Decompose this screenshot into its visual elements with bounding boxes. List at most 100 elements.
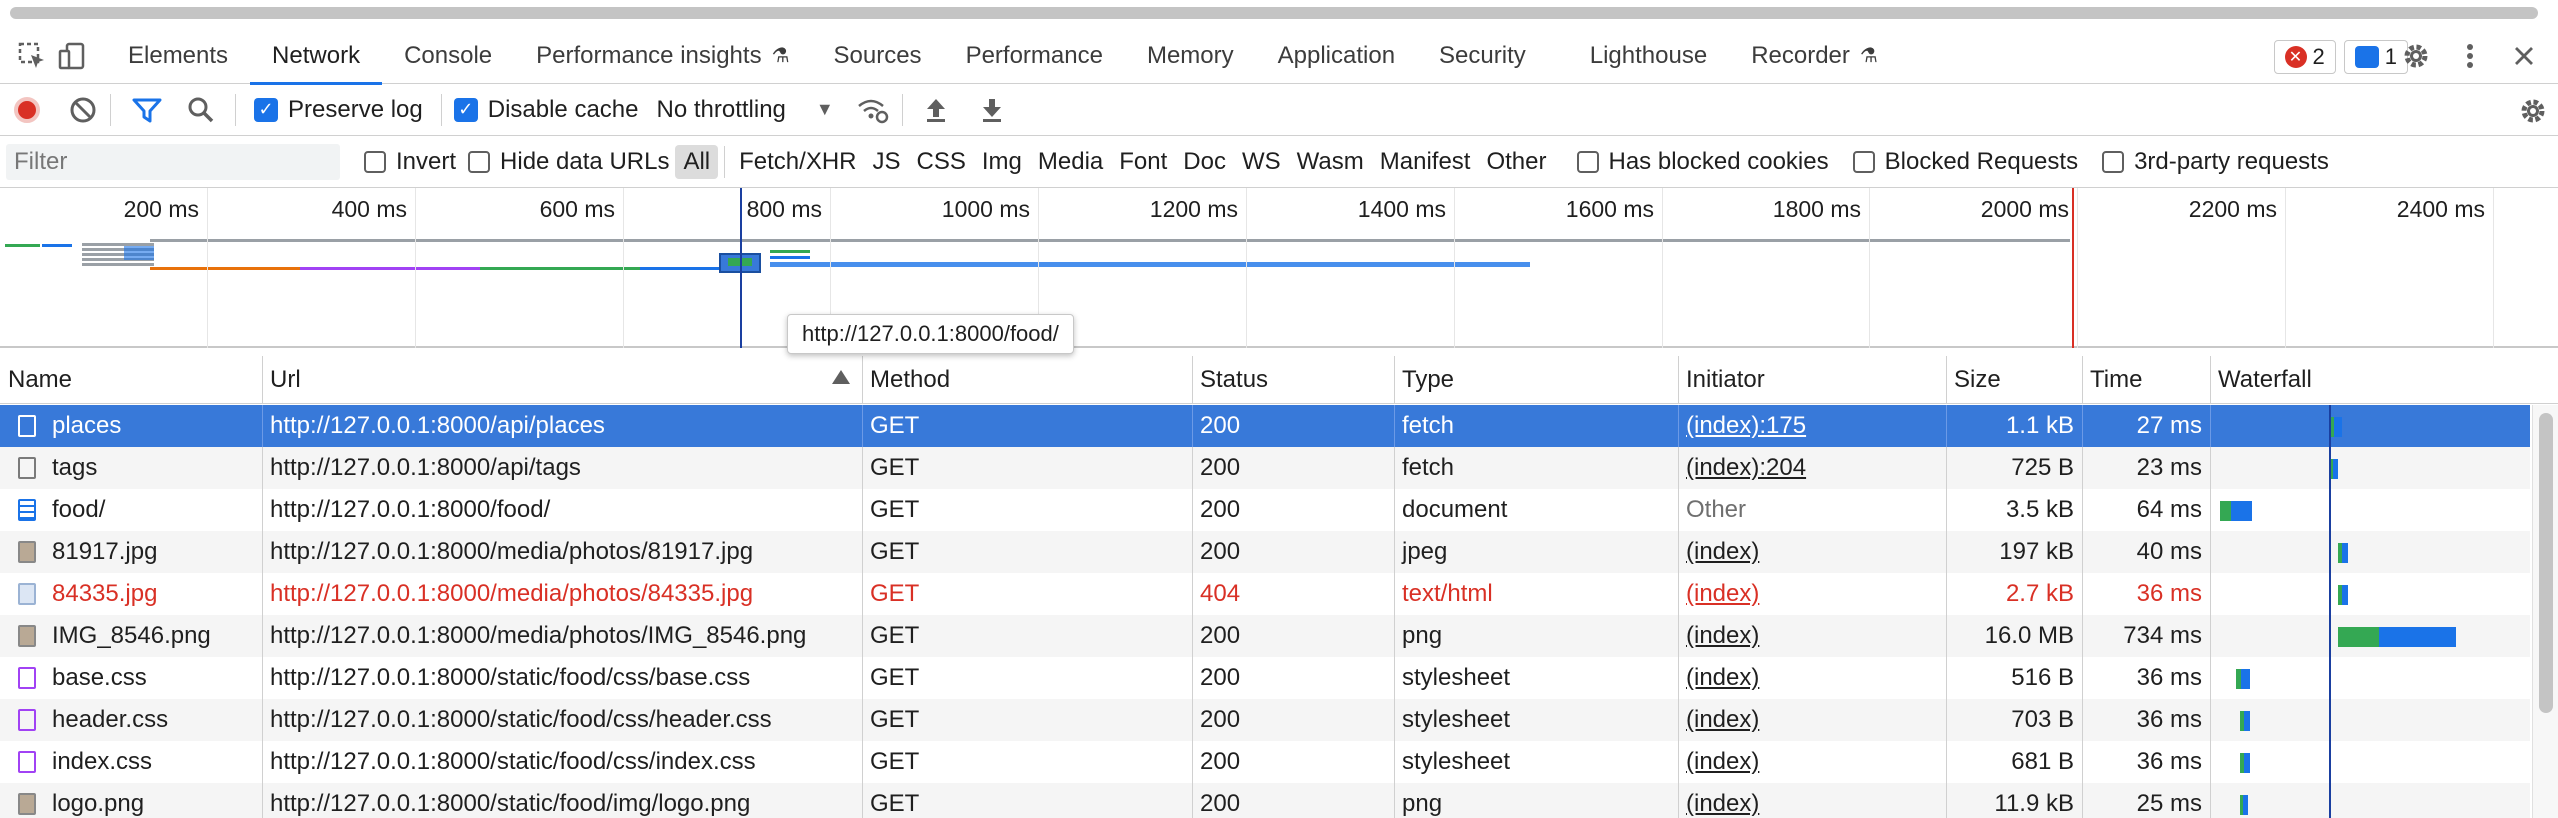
hide-data-urls-checkbox[interactable]: Hide data URLs <box>468 148 669 176</box>
tab-console[interactable]: Console <box>382 28 514 84</box>
initiator-value[interactable]: (index) <box>1686 580 1759 608</box>
waterfall-download-bar <box>2333 459 2338 479</box>
request-row[interactable]: food/http://127.0.0.1:8000/food/GET 200 do… <box>0 489 2530 531</box>
network-conditions-icon[interactable] <box>856 95 890 125</box>
filter-input[interactable]: Filter <box>6 143 340 180</box>
settings-gear-icon[interactable] <box>2396 36 2436 76</box>
cell-initiator[interactable]: Other <box>1678 489 1946 531</box>
filter-funnel-icon[interactable] <box>131 95 163 125</box>
initiator-value[interactable]: (index) <box>1686 748 1759 776</box>
has-blocked-cookies-checkbox[interactable]: Has blocked cookies <box>1576 148 1829 176</box>
tab-performance[interactable]: Performance <box>944 28 1125 84</box>
tab-lighthouse[interactable]: Lighthouse <box>1568 28 1729 84</box>
cell-name[interactable]: base.css <box>0 657 262 699</box>
throttling-select[interactable]: No throttling ▼ <box>656 96 833 124</box>
export-har-download-icon[interactable] <box>977 95 1007 125</box>
tab-recorder[interactable]: Recorder ⚗ <box>1729 28 1900 84</box>
column-header-size[interactable]: Size <box>1946 356 2082 403</box>
cell-name[interactable]: 84335.jpg <box>0 573 262 615</box>
type-filter-doc[interactable]: Doc <box>1175 145 1234 179</box>
request-row[interactable]: logo.png http://127.0.0.1:8000/static/foo… <box>0 783 2530 818</box>
type-filter-ws[interactable]: WS <box>1234 145 1289 179</box>
type-filter-all[interactable]: All <box>675 144 719 179</box>
cell-name[interactable]: logo.png <box>0 783 262 818</box>
column-header-initiator[interactable]: Initiator <box>1678 356 1946 403</box>
inspect-element-icon[interactable] <box>12 36 52 76</box>
cell-initiator[interactable]: (index) <box>1678 573 1946 615</box>
network-settings-gear-icon[interactable] <box>2518 96 2548 133</box>
scrollbar-thumb[interactable] <box>10 7 2538 19</box>
initiator-value[interactable]: (index) <box>1686 790 1759 818</box>
column-header-method[interactable]: Method <box>862 356 1192 403</box>
tab-network[interactable]: Network <box>250 28 383 85</box>
request-row[interactable]: index.css http://127.0.0.1:8000/static/fo… <box>0 741 2530 783</box>
network-overview-timeline[interactable]: 200 ms 400 ms 600 ms 800 ms 1000 ms 1200 ms 14… <box>0 188 2558 348</box>
cell-initiator[interactable]: (index) <box>1678 741 1946 783</box>
tab-security[interactable]: Security <box>1417 28 1548 84</box>
request-row[interactable]: tags http://127.0.0.1:8000/api/tags GET 200… <box>0 447 2530 489</box>
more-options-icon[interactable] <box>2450 36 2490 76</box>
cell-initiator[interactable]: (index) <box>1678 699 1946 741</box>
type-filter-fetch-xhr[interactable]: Fetch/XHR <box>731 145 864 179</box>
cell-name[interactable]: IMG_8546.png <box>0 615 262 657</box>
initiator-value[interactable]: (index) <box>1686 622 1759 650</box>
requests-vertical-scrollbar[interactable] <box>2532 405 2558 818</box>
scrollbar-thumb[interactable] <box>2539 413 2553 713</box>
request-row[interactable]: IMG_8546.png http://127.0.0.1:8000/media/… <box>0 615 2530 657</box>
initiator-value[interactable]: (index) <box>1686 664 1759 692</box>
initiator-value[interactable]: (index) <box>1686 538 1759 566</box>
type-filter-js[interactable]: JS <box>865 145 909 179</box>
cell-name[interactable]: 81917.jpg <box>0 531 262 573</box>
errors-badge[interactable]: ✕ 2 <box>2273 40 2336 74</box>
tab-memory[interactable]: Memory <box>1125 28 1256 84</box>
cell-name[interactable]: header.css <box>0 699 262 741</box>
cell-name[interactable]: index.css <box>0 741 262 783</box>
type-filter-other[interactable]: Other <box>1478 145 1554 179</box>
close-icon[interactable] <box>2504 36 2544 76</box>
request-row[interactable]: base.css http://127.0.0.1:8000/static/foo… <box>0 657 2530 699</box>
initiator-value[interactable]: (index):204 <box>1686 454 1806 482</box>
type-filter-img[interactable]: Img <box>974 145 1030 179</box>
cell-initiator[interactable]: (index):175 <box>1678 405 1946 447</box>
cell-name[interactable]: food/ <box>0 489 262 531</box>
page-horizontal-scrollbar[interactable] <box>0 0 2558 24</box>
request-row[interactable]: 81917.jpg http://127.0.0.1:8000/media/pho… <box>0 531 2530 573</box>
preserve-log-checkbox[interactable]: ✓ Preserve log <box>254 96 423 124</box>
request-row[interactable]: header.css http://127.0.0.1:8000/static/f… <box>0 699 2530 741</box>
cell-initiator[interactable]: (index) <box>1678 531 1946 573</box>
initiator-value[interactable]: (index):175 <box>1686 412 1806 440</box>
cell-name[interactable]: places <box>0 405 262 447</box>
tab-elements[interactable]: Elements <box>106 28 250 84</box>
cell-initiator[interactable]: (index):204 <box>1678 447 1946 489</box>
type-filter-wasm[interactable]: Wasm <box>1289 145 1372 179</box>
column-header-type[interactable]: Type <box>1394 356 1678 403</box>
third-party-requests-checkbox[interactable]: 3rd-party requests <box>2102 148 2329 176</box>
type-filter-css[interactable]: CSS <box>909 145 974 179</box>
column-header-time[interactable]: Time <box>2082 356 2210 403</box>
type-filter-media[interactable]: Media <box>1030 145 1111 179</box>
column-header-url[interactable]: Url <box>262 356 862 403</box>
request-row[interactable]: places http://127.0.0.1:8000/api/places GE… <box>0 405 2530 447</box>
cell-initiator[interactable]: (index) <box>1678 615 1946 657</box>
invert-checkbox[interactable]: Invert <box>364 148 456 176</box>
blocked-requests-checkbox[interactable]: Blocked Requests <box>1852 148 2078 176</box>
cell-initiator[interactable]: (index) <box>1678 783 1946 818</box>
search-icon[interactable] <box>185 95 217 125</box>
disable-cache-checkbox[interactable]: ✓ Disable cache <box>453 96 638 124</box>
import-har-upload-icon[interactable] <box>921 95 951 125</box>
column-header-waterfall[interactable]: Waterfall <box>2210 356 2530 403</box>
tab-application[interactable]: Application <box>1256 28 1417 84</box>
column-header-name[interactable]: Name <box>0 356 262 403</box>
request-row[interactable]: 84335.jpg http://127.0.0.1:8000/media/pho… <box>0 573 2530 615</box>
column-header-status[interactable]: Status <box>1192 356 1394 403</box>
tab-performance-insights[interactable]: Performance insights ⚗ <box>514 28 811 84</box>
cell-initiator[interactable]: (index) <box>1678 657 1946 699</box>
clear-icon[interactable] <box>68 95 98 125</box>
device-toolbar-icon[interactable] <box>52 36 92 76</box>
initiator-value[interactable]: (index) <box>1686 706 1759 734</box>
tab-sources[interactable]: Sources <box>812 28 944 84</box>
type-filter-manifest[interactable]: Manifest <box>1372 145 1479 179</box>
cell-name[interactable]: tags <box>0 447 262 489</box>
record-button[interactable] <box>14 96 40 123</box>
type-filter-font[interactable]: Font <box>1111 145 1175 179</box>
